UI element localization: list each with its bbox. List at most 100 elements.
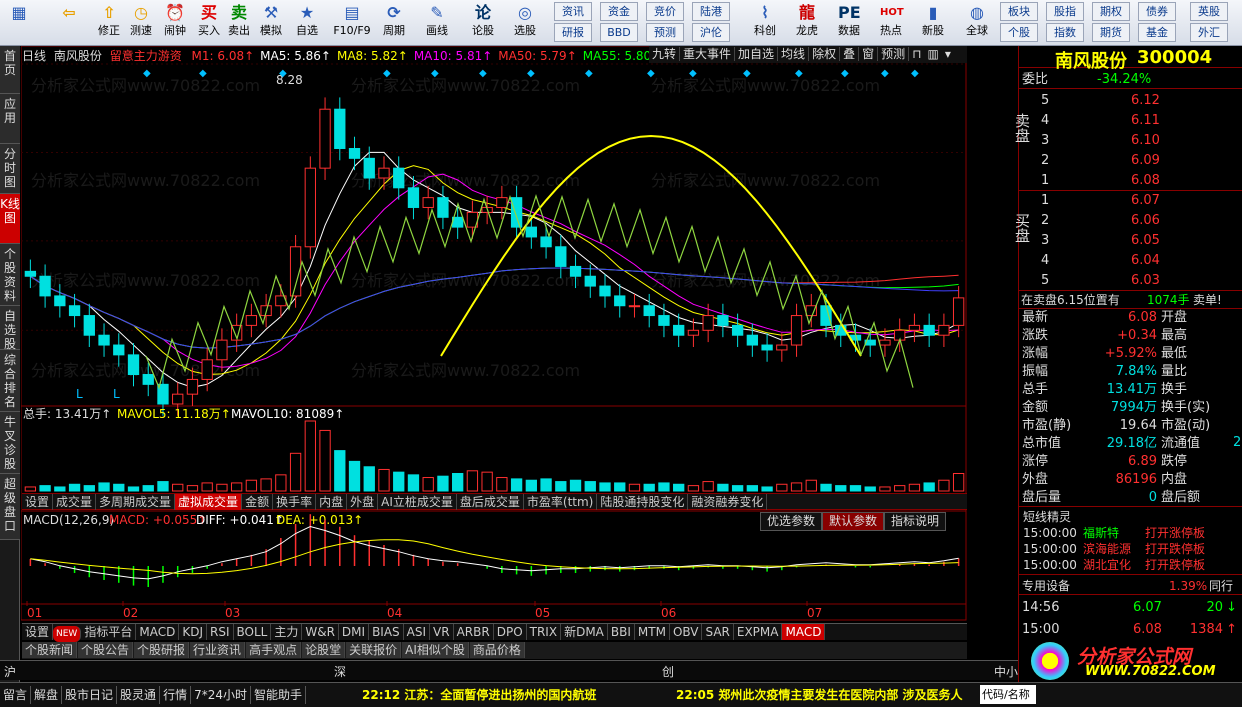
statusbar-item-4[interactable]: 行情 [160,686,192,704]
candle-body[interactable] [525,226,537,238]
news-tab-2[interactable]: 个股研报 [134,642,190,658]
toolbar-button-14[interactable]: ⌇ 科创 [748,2,782,44]
toolbar-button-2[interactable]: ⇧ 修正 [92,2,126,44]
event-marker-icon[interactable]: ◆ [841,68,849,79]
quick-link-期权[interactable]: 期权 [1092,2,1130,21]
statusbar-item-0[interactable]: 留言 [0,686,32,704]
chart-button-6[interactable]: 窗 [859,47,879,61]
toolbar-button-17[interactable]: HOT 热点 [874,2,908,44]
candle-body[interactable] [245,315,258,326]
macd-button-0[interactable]: 优选参数 [760,512,823,531]
chart-button-0[interactable]: 九转 [649,47,681,61]
candle-body[interactable] [496,197,508,208]
indicator-tab-0[interactable]: 设置 [22,624,54,640]
candle-body[interactable] [186,378,199,395]
statusbar-item-5[interactable]: 7*24小时 [191,686,251,704]
chevron-down-icon[interactable]: ▾ [942,47,954,61]
candle-body[interactable] [658,315,670,326]
candle-body[interactable] [319,108,331,169]
news-tab-6[interactable]: 关联报价 [346,642,402,658]
candle-body[interactable] [673,324,685,336]
chart-button-4[interactable]: 除权 [809,47,841,61]
volume-tab-6[interactable]: 内盘 [316,494,348,510]
sell-row[interactable]: 1 6.08 [1019,172,1242,190]
sell-row[interactable]: 4 6.11 [1019,112,1242,130]
sprite-row[interactable]: 15:00:00 福斯特 打开涨停板 [1019,525,1242,541]
candle-body[interactable] [599,285,611,297]
chart-button-2[interactable]: 加自选 [735,47,779,61]
left-tab-2[interactable]: 分时图 [0,144,20,194]
toolbar-button-12[interactable]: 论论股 [466,2,500,44]
index-sh[interactable]: 沪 [4,663,16,680]
candle-body[interactable] [127,354,140,376]
candle-body[interactable] [555,246,567,267]
candle-body[interactable] [113,344,125,356]
indicator-tab-16[interactable]: 新DMA [561,624,608,640]
toolbar-button-18[interactable]: ▮ 新股 [916,2,950,44]
event-marker-icon[interactable]: ◆ [199,68,207,79]
event-marker-icon[interactable]: ◆ [143,68,151,79]
event-marker-icon[interactable]: ◆ [881,68,889,79]
macd-button-1[interactable]: 默认参数 [822,512,885,531]
news-tab-7[interactable]: AI相似个股 [402,642,469,658]
toolbar-button-1[interactable]: ⇦ [52,2,86,44]
indicator-tab-12[interactable]: VR [430,624,454,640]
quick-link-股指[interactable]: 股指 [1046,2,1084,21]
quick-link-指数[interactable]: 指数 [1046,23,1084,42]
chart-button-3[interactable]: 均线 [778,47,810,61]
indicator-tab-6[interactable]: BOLL [234,624,272,640]
index-sz[interactable]: 深 [334,663,346,680]
indicator-tab-19[interactable]: OBV [670,624,703,640]
volume-tab-3[interactable]: 虚拟成交量 [175,494,243,510]
sell-row[interactable]: 5 6.12 [1019,92,1242,110]
candle-body[interactable] [393,167,405,189]
candle-body[interactable] [510,197,523,228]
indicator-tab-2[interactable]: 指标平台 [81,624,137,640]
candle-body[interactable] [643,305,655,317]
sprite-row[interactable]: 15:00:00 湖北宜化 打开跌停板 [1019,557,1242,573]
candle-body[interactable] [83,315,95,336]
toolbar-button-11[interactable]: ✎ 画线 [420,2,454,44]
lock-icon[interactable]: ⊓ [909,47,924,61]
quick-link-资金[interactable]: 资金 [600,2,638,21]
news-tab-8[interactable]: 商品价格 [469,642,525,658]
quick-link-资讯[interactable]: 资讯 [554,2,592,21]
code-search-box[interactable]: 代码/名称 [980,685,1036,704]
candle-body[interactable] [731,324,744,336]
left-tab-8[interactable]: 超级盘口 [0,474,20,540]
volume-tab-10[interactable]: 市盈率(ttm) [524,494,598,510]
left-tab-6[interactable]: 综合排名 [0,350,20,412]
toolbar-button-9[interactable]: ▤ F10/F9 [330,2,374,44]
event-marker-icon[interactable]: ◆ [911,68,919,79]
sprite-row[interactable]: 15:00:00 滨海能源 打开跌停板 [1019,541,1242,557]
indicator-tab-10[interactable]: BIAS [369,624,404,640]
news-tab-0[interactable]: 个股新闻 [22,642,78,658]
statusbar-item-2[interactable]: 股市日记 [62,686,118,704]
quick-link-BBD[interactable]: BBD [600,23,638,42]
candle-body[interactable] [717,315,729,326]
volume-tab-8[interactable]: AI立桩成交量 [378,494,457,510]
event-marker-icon[interactable]: ◆ [431,68,439,79]
sell-row[interactable]: 3 6.10 [1019,132,1242,150]
window-split-icon[interactable]: ▥ [925,47,942,61]
buy-row[interactable]: 1 6.07 [1019,192,1242,210]
indicator-tab-14[interactable]: DPO [494,624,527,640]
indicator-tab-5[interactable]: RSI [207,624,234,640]
candle-body[interactable] [761,344,773,351]
news-ticker-2[interactable]: 22:05 郑州此次疫情主要发生在医院内部 涉及医务人 [676,686,978,703]
volume-tab-1[interactable]: 成交量 [53,494,97,510]
volume-tab-2[interactable]: 多周期成交量 [96,494,176,510]
event-marker-icon[interactable]: ◆ [647,68,655,79]
candle-body[interactable] [407,187,420,208]
candle-body[interactable] [540,236,552,248]
candle-body[interactable] [908,324,921,331]
news-tab-4[interactable]: 高手观点 [246,642,302,658]
candle-body[interactable] [437,197,449,218]
candle-body[interactable] [952,297,965,326]
indicator-name-label[interactable]: 留意主力游资 [110,49,182,63]
candle-body[interactable] [216,339,228,361]
quick-link-期货[interactable]: 期货 [1092,23,1130,42]
candle-body[interactable] [923,324,935,336]
buy-row[interactable]: 5 6.03 [1019,272,1242,290]
candle-body[interactable] [201,359,213,380]
